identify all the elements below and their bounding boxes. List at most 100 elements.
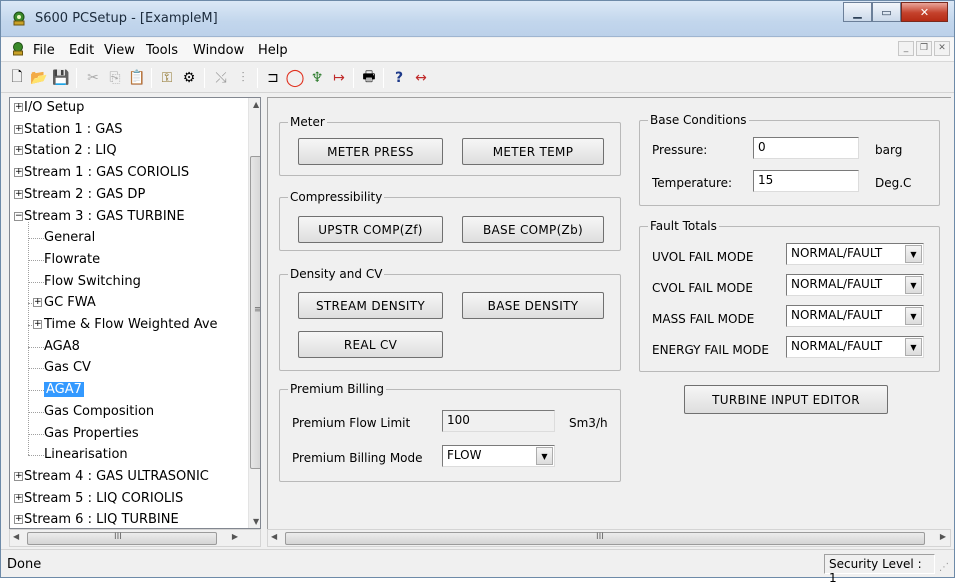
tree-item[interactable]: Gas CV	[44, 359, 91, 376]
premium-flow-limit-field[interactable]: 100	[442, 410, 555, 432]
open-icon[interactable]: 📂	[29, 68, 49, 88]
tree-item[interactable]: Stream 5 : LIQ CORIOLIS	[24, 490, 183, 507]
tree-item[interactable]: Stream 3 : GAS TURBINE	[24, 208, 185, 225]
tree-connector	[28, 221, 29, 456]
expand-icon[interactable]: +	[14, 103, 23, 112]
scroll-right-icon[interactable]: ▶	[232, 532, 238, 541]
tree-item[interactable]: Stream 1 : GAS CORIOLIS	[24, 164, 189, 181]
cvol-fail-mode-select[interactable]: NORMAL/FAULT ▼	[786, 274, 924, 296]
maximize-icon[interactable]: ▭	[872, 2, 901, 22]
document-icon[interactable]	[10, 41, 26, 57]
mass-fail-mode-label: MASS FAIL MODE	[652, 312, 755, 326]
meter-press-button[interactable]: METER PRESS	[298, 138, 443, 165]
scroll-right-icon[interactable]: ▶	[940, 532, 946, 541]
temperature-field[interactable]: 15	[753, 170, 859, 192]
base-comp-button[interactable]: BASE COMP(Zb)	[462, 216, 604, 243]
expand-icon[interactable]: +	[14, 168, 23, 178]
menu-view[interactable]: View	[104, 43, 135, 58]
real-cv-button[interactable]: REAL CV	[298, 331, 443, 358]
close-icon[interactable]: ✕	[901, 2, 948, 22]
tree-connector	[28, 259, 44, 261]
tree-item[interactable]: Station 1 : GAS	[24, 121, 122, 138]
tree-item[interactable]: I/O Setup	[24, 99, 84, 116]
tree-item[interactable]: GC FWA	[44, 294, 96, 311]
paste-icon[interactable]: 📋	[127, 68, 147, 88]
mdi-minimize-icon[interactable]: _	[898, 41, 914, 56]
mdi-close-icon[interactable]: ✕	[934, 41, 950, 56]
tree-hscroll-thumb[interactable]: III	[27, 532, 217, 545]
expand-icon[interactable]: +	[14, 471, 23, 481]
tree-item[interactable]: Flowrate	[44, 251, 100, 268]
base-density-button[interactable]: BASE DENSITY	[462, 292, 604, 319]
minimize-icon[interactable]: ▁	[843, 2, 872, 22]
connect-icon[interactable]: ⚙	[179, 68, 199, 88]
scroll-left-icon[interactable]: ◀	[13, 532, 19, 541]
tree-item[interactable]: Stream 6 : LIQ TURBINE	[24, 511, 179, 528]
help-icon[interactable]: ?	[389, 68, 409, 88]
tree-item[interactable]: AGA7	[44, 381, 84, 398]
scroll-down-icon[interactable]: ▼	[253, 517, 259, 526]
scroll-up-icon[interactable]: ▲	[253, 100, 259, 109]
stream-density-button[interactable]: STREAM DENSITY	[298, 292, 443, 319]
menu-tools[interactable]: Tools	[146, 43, 178, 58]
new-icon[interactable]: 🗋	[7, 68, 27, 88]
premium-billing-mode-select[interactable]: FLOW ▼	[442, 445, 555, 467]
expand-icon[interactable]: +	[14, 124, 23, 134]
link-icon[interactable]: ⊐	[263, 68, 283, 88]
tree-item[interactable]: Gas Composition	[44, 403, 154, 420]
expand-icon[interactable]: +	[14, 146, 23, 156]
expand-icon[interactable]: +	[33, 298, 42, 308]
mass-fail-mode-select[interactable]: NORMAL/FAULT ▼	[786, 305, 924, 327]
tree-item[interactable]: General	[44, 229, 95, 246]
print-icon[interactable]: 🖶	[359, 68, 379, 88]
copy-icon[interactable]: ⎘	[105, 68, 125, 88]
uvol-fail-mode-select[interactable]: NORMAL/FAULT ▼	[786, 243, 924, 265]
pressure-field[interactable]: 0	[753, 137, 859, 159]
antenna-icon[interactable]: ♆	[307, 68, 327, 88]
expand-icon[interactable]: +	[14, 515, 23, 525]
expand-icon[interactable]: +	[14, 493, 23, 503]
chevron-down-icon[interactable]: ▼	[905, 245, 922, 263]
main-horizontal-scrollbar[interactable]: ◀ III ▶	[267, 529, 951, 547]
chevron-down-icon[interactable]: ▼	[905, 338, 922, 356]
menu-window[interactable]: Window	[193, 43, 244, 58]
expand-icon[interactable]: +	[14, 189, 23, 199]
tree-item[interactable]: Linearisation	[44, 446, 128, 463]
stop-icon[interactable]: ◯	[285, 68, 305, 88]
menu-file[interactable]: File	[33, 43, 55, 58]
scroll-left-icon[interactable]: ◀	[271, 532, 277, 541]
tree-vertical-scrollbar[interactable]: ▲ ≡ ▼	[248, 98, 260, 528]
context-help-icon[interactable]: ↔	[411, 68, 431, 88]
menu-help[interactable]: Help	[258, 43, 288, 58]
energy-fail-mode-select[interactable]: NORMAL/FAULT ▼	[786, 336, 924, 358]
collapse-icon[interactable]: −	[14, 211, 23, 221]
chevron-down-icon[interactable]: ▼	[536, 447, 553, 465]
tree-item[interactable]: Stream 2 : GAS DP	[24, 186, 145, 203]
key-icon[interactable]: ⚿	[157, 68, 177, 88]
chevron-down-icon[interactable]: ▼	[905, 307, 922, 325]
wiring-icon[interactable]: ⤯	[211, 68, 231, 88]
chevron-down-icon[interactable]: ▼	[905, 276, 922, 294]
tree-item[interactable]: Flow Switching	[44, 273, 141, 290]
tree-item[interactable]: Gas Properties	[44, 425, 139, 442]
mdi-restore-icon[interactable]: ❐	[916, 41, 932, 56]
expand-icon[interactable]: +	[33, 320, 42, 329]
resize-grip-icon[interactable]: ⋰	[939, 562, 951, 574]
transfer-icon[interactable]: ↦	[329, 68, 349, 88]
grip-glyph: III	[596, 532, 604, 542]
tree-scroll-thumb[interactable]: ≡	[250, 156, 260, 469]
cut-icon[interactable]: ✂	[83, 68, 103, 88]
main-hscroll-thumb[interactable]: III	[285, 532, 925, 545]
tree-item[interactable]: Stream 4 : GAS ULTRASONIC	[24, 468, 209, 485]
tree-item[interactable]: AGA8	[44, 338, 80, 355]
turbine-input-editor-button[interactable]: TURBINE INPUT EDITOR	[684, 385, 888, 414]
tree-item[interactable]: Station 2 : LIQ	[24, 142, 117, 159]
upstr-comp-button[interactable]: UPSTR COMP(Zf)	[298, 216, 443, 243]
tune-icon[interactable]: ⫶	[233, 68, 253, 88]
tree-item[interactable]: Time & Flow Weighted Ave	[44, 316, 218, 333]
save-icon[interactable]: 💾	[51, 68, 71, 88]
tree-horizontal-scrollbar[interactable]: ◀ III ▶	[9, 529, 261, 547]
meter-temp-button[interactable]: METER TEMP	[462, 138, 604, 165]
menu-edit[interactable]: Edit	[69, 43, 94, 58]
tree-item-label: Time & Flow Weighted Ave	[44, 317, 218, 332]
